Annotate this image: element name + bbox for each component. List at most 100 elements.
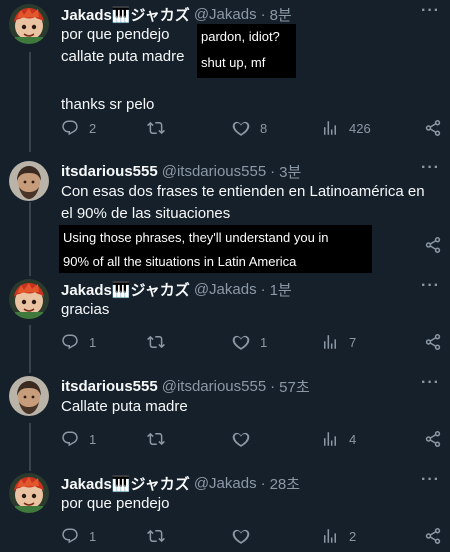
retweet-icon: [147, 430, 165, 448]
display-name[interactable]: Jakads🎹ジャカズ: [61, 4, 190, 25]
share-button[interactable]: [424, 429, 442, 449]
tweet-text: por que pendejo: [61, 493, 169, 515]
like-icon: [232, 527, 250, 545]
reply-icon: [61, 430, 79, 448]
like-icon: [232, 430, 250, 448]
share-icon: [424, 236, 442, 254]
views-icon: [321, 430, 339, 448]
views-button[interactable]: 7: [321, 332, 356, 352]
tweet-text: Callate puta madre: [61, 396, 188, 418]
tweet-header: Jakads🎹ジャカズ @Jakads · 28초: [61, 473, 300, 493]
share-button[interactable]: [424, 118, 442, 138]
action-bar: 1 1 7: [61, 332, 445, 352]
like-button[interactable]: [232, 526, 260, 546]
retweet-button[interactable]: [147, 332, 175, 352]
display-name[interactable]: itsdarious555: [61, 378, 158, 395]
more-icon[interactable]: ···: [421, 471, 440, 489]
share-icon: [424, 333, 442, 351]
separator: ·: [270, 162, 276, 180]
more-icon[interactable]: ···: [421, 277, 440, 295]
tweet-text-line: el 90% de las situaciones: [61, 205, 231, 222]
handle[interactable]: @Jakads: [194, 281, 257, 298]
translation-note: pardon, idiot? shut up, mf: [197, 24, 296, 78]
tweet-text-line: [61, 68, 184, 90]
tweet-text-line: por que pendejo: [61, 26, 170, 43]
more-icon[interactable]: ···: [421, 2, 440, 20]
tweet[interactable]: Jakads🎹ジャカズ @Jakads · 28초 ··· por que pe…: [0, 471, 450, 548]
separator: ·: [260, 474, 266, 492]
reply-button[interactable]: 1: [61, 332, 96, 352]
views-count: 2: [349, 528, 357, 544]
like-icon: [232, 119, 250, 137]
share-button[interactable]: [424, 235, 442, 255]
display-name[interactable]: Jakads🎹ジャカズ: [61, 473, 190, 494]
reply-icon: [61, 527, 79, 545]
tweet-text: gracias: [61, 299, 109, 321]
reply-count: 1: [89, 334, 97, 350]
views-icon: [321, 333, 339, 351]
share-icon: [424, 430, 442, 448]
reply-icon: [61, 333, 79, 351]
tweet[interactable]: itsdarious555 @itsdarious555 · 57초 ··· C…: [0, 374, 450, 451]
separator: ·: [260, 5, 266, 23]
reply-button[interactable]: 1: [61, 526, 96, 546]
retweet-button[interactable]: [147, 526, 175, 546]
avatar[interactable]: [9, 4, 49, 44]
share-button[interactable]: [424, 526, 442, 546]
timestamp[interactable]: 3분: [279, 161, 301, 182]
reply-count: 1: [89, 431, 97, 447]
retweet-button[interactable]: [147, 429, 175, 449]
views-icon: [321, 527, 339, 545]
action-bar: 1 2: [61, 526, 445, 546]
timestamp[interactable]: 57초: [279, 376, 310, 397]
like-button[interactable]: [232, 429, 260, 449]
avatar[interactable]: [9, 161, 49, 201]
tweet-header: itsdarious555 @itsdarious555 · 57초: [61, 376, 310, 396]
share-icon: [424, 527, 442, 545]
handle[interactable]: @itsdarious555: [162, 163, 266, 180]
views-count: 4: [349, 431, 357, 447]
tweet[interactable]: Jakads🎹ジャカズ @Jakads · 1분 ··· gracias 1 1…: [0, 277, 450, 354]
retweet-button[interactable]: [147, 118, 175, 138]
views-count: 7: [349, 334, 357, 350]
translation-line: shut up, mf: [201, 55, 266, 70]
handle[interactable]: @itsdarious555: [162, 378, 266, 395]
display-name[interactable]: itsdarious555: [61, 163, 158, 180]
tweet-header: Jakads🎹ジャカズ @Jakads · 1분: [61, 279, 292, 299]
views-button[interactable]: 426: [321, 118, 371, 138]
more-icon[interactable]: ···: [421, 159, 440, 177]
reply-button[interactable]: 2: [61, 118, 96, 138]
more-icon[interactable]: ···: [421, 374, 440, 392]
avatar[interactable]: [9, 376, 49, 416]
like-count: 1: [260, 334, 268, 350]
display-name[interactable]: Jakads🎹ジャカズ: [61, 279, 190, 300]
tweet-text-line: callate puta madre: [61, 48, 185, 65]
tweet-text-line: Callate puta madre: [61, 398, 188, 415]
retweet-icon: [147, 119, 165, 137]
timestamp[interactable]: 28초: [270, 473, 301, 494]
separator: ·: [270, 377, 276, 395]
timestamp[interactable]: 1분: [270, 279, 292, 300]
avatar[interactable]: [9, 473, 49, 513]
avatar[interactable]: [9, 279, 49, 319]
retweet-icon: [147, 527, 165, 545]
handle[interactable]: @Jakads: [194, 475, 257, 492]
like-count: 8: [260, 120, 268, 136]
like-icon: [232, 333, 250, 351]
action-bar: 1 4: [61, 429, 445, 449]
like-button[interactable]: 1: [232, 332, 267, 352]
retweet-icon: [147, 333, 165, 351]
share-button[interactable]: [424, 332, 442, 352]
views-button[interactable]: 4: [321, 429, 356, 449]
tweet[interactable]: Jakads🎹ジャカズ @Jakads · 8분 ··· por que pen…: [0, 2, 450, 149]
tweet-text-line: por que pendejo: [61, 495, 170, 512]
like-button[interactable]: 8: [232, 118, 267, 138]
action-bar: [61, 235, 445, 255]
tweet[interactable]: itsdarious555 @itsdarious555 · 3분 ··· Co…: [0, 159, 450, 275]
views-button[interactable]: 2: [321, 526, 356, 546]
timestamp[interactable]: 8분: [270, 4, 292, 25]
views-icon: [321, 119, 339, 137]
tweet-text-line: gracias: [61, 301, 110, 318]
handle[interactable]: @Jakads: [194, 6, 257, 23]
reply-button[interactable]: 1: [61, 429, 96, 449]
